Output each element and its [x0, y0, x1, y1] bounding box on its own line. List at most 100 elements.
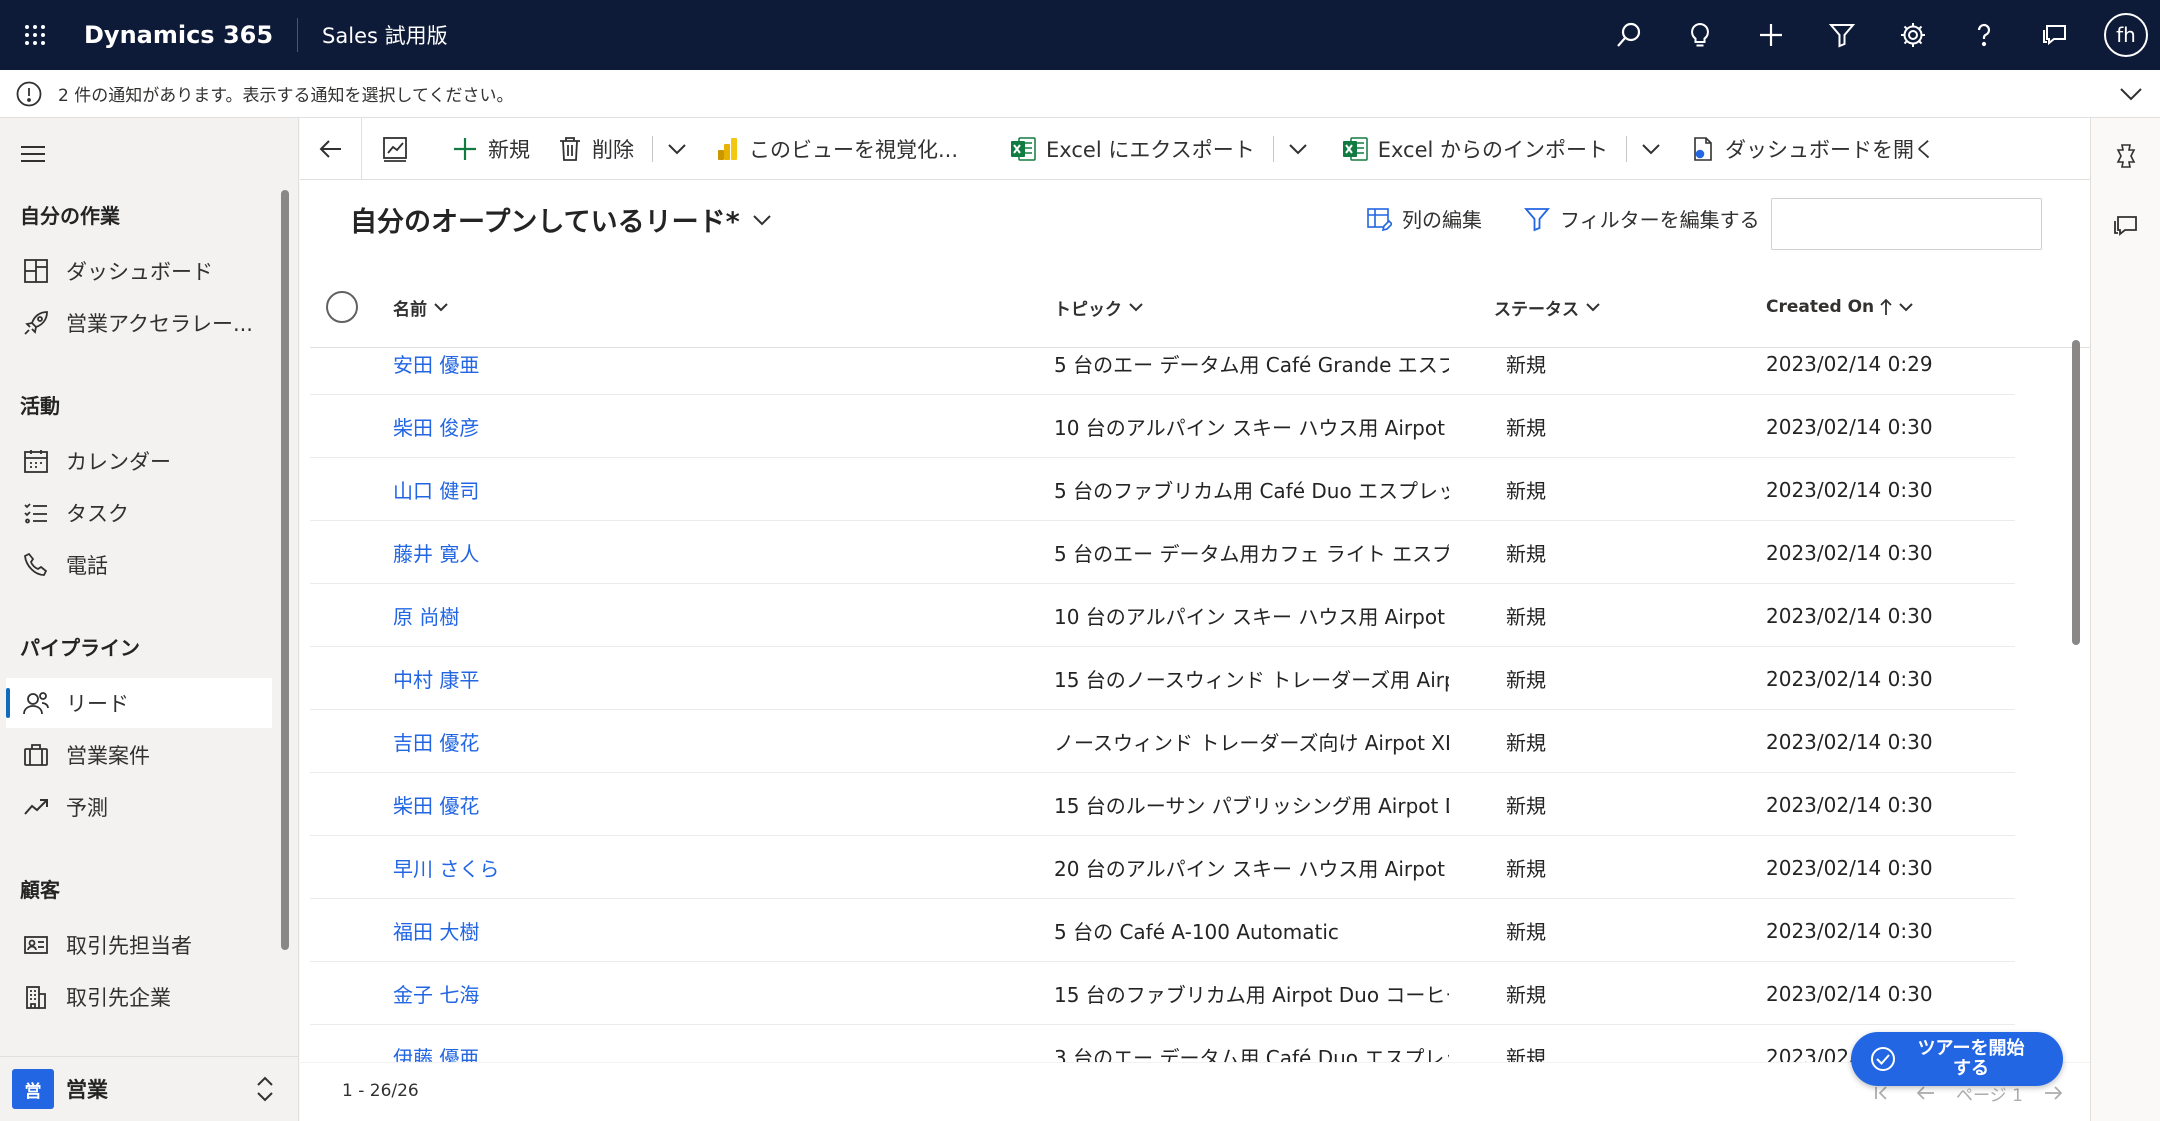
lead-name-link[interactable]: 伊藤 優亜 [393, 1025, 793, 1062]
more-commands-chevron-icon[interactable] [657, 118, 697, 180]
lead-name-link[interactable]: 中村 康平 [393, 647, 793, 710]
chevron-down-icon [433, 302, 449, 312]
sidebar-item-leads[interactable]: リード [6, 678, 272, 728]
edit-filters-button[interactable]: フィルターを編集する [1524, 204, 1760, 233]
edit-columns-button[interactable]: 列の編集 [1366, 204, 1482, 233]
import-excel-button[interactable]: Excel からのインポート [1318, 118, 1622, 180]
area-switcher[interactable]: 営 営業 [0, 1056, 299, 1121]
powerbi-icon [717, 136, 739, 162]
app-name[interactable]: Sales 試用版 [298, 20, 448, 50]
sidebar-item-sales-accelerator[interactable]: 営業アクセラレー... [6, 298, 272, 348]
back-button[interactable] [300, 117, 362, 180]
open-dashboard-button[interactable]: ダッシュボードを開く [1671, 118, 1949, 180]
lead-name-link[interactable]: 原 尚樹 [393, 584, 793, 647]
chevron-up-down-icon[interactable] [249, 1073, 281, 1105]
import-excel-label: Excel からのインポート [1377, 137, 1609, 162]
table-row[interactable]: 中村 康平 15 台のノースウィンド トレーダーズ用 Airpot XL ... 新… [310, 647, 2015, 710]
view-selector[interactable]: 自分のオープンしているリード* [350, 200, 772, 239]
dashboard-icon [20, 255, 52, 287]
notification-bar: 2 件の通知があります。表示する通知を選択してください。 [0, 70, 2160, 118]
lead-name-link[interactable]: 山口 健司 [393, 458, 793, 521]
topic-cell: 10 台のアルパイン スキー ハウス用 Airpot Lite ... [1054, 605, 1449, 629]
table-row[interactable]: 藤井 寛人 5 台のエー データム用カフェ ライト エスプレッソ ... 新規 202… [310, 521, 2015, 584]
status-cell: 新規 [1506, 416, 1546, 440]
table-row[interactable]: 早川 さくら 20 台のアルパイン スキー ハウス用 Airpot XL ... 新… [310, 836, 2015, 899]
add-icon [452, 136, 478, 162]
import-options-chevron-icon[interactable] [1631, 118, 1671, 180]
search-icon[interactable] [1593, 0, 1664, 70]
section-my-work: 自分の作業 [20, 204, 120, 228]
visualize-view-button[interactable]: このビューを視覚化... [697, 118, 972, 180]
search-input[interactable] [1771, 198, 2042, 250]
section-customers: 顧客 [20, 878, 60, 902]
created-on-cell: 2023/02/14 0:30 [1766, 918, 1933, 943]
column-label: トピック [1054, 299, 1122, 320]
excel-icon [1342, 136, 1368, 162]
chat-icon[interactable] [2110, 210, 2142, 242]
chevron-down-icon [1585, 302, 1601, 312]
chat-icon[interactable] [2019, 0, 2090, 70]
sidebar-item-contacts[interactable]: 取引先担当者 [6, 920, 272, 970]
check-circle-icon [1869, 1045, 1897, 1073]
add-icon[interactable] [1735, 0, 1806, 70]
lead-name-link[interactable]: 安田 優亜 [393, 332, 793, 395]
filter-icon[interactable] [1806, 0, 1877, 70]
created-on-cell: 2023/02/14 0:30 [1766, 666, 1933, 691]
lead-name-link[interactable]: 柴田 優花 [393, 773, 793, 836]
table-row[interactable]: 吉田 優花 ノースウィンド トレーダーズ向け Airpot XL コーヒ... 新規… [310, 710, 2015, 773]
leads-icon [20, 687, 52, 719]
sidebar-item-phone[interactable]: 電話 [6, 540, 272, 590]
sidebar-item-accounts[interactable]: 取引先企業 [6, 972, 272, 1022]
export-excel-label: Excel にエクスポート [1046, 137, 1255, 162]
table-row[interactable]: 柴田 俊彦 10 台のアルパイン スキー ハウス用 Airpot Duo... 新規… [310, 395, 2015, 458]
export-options-chevron-icon[interactable] [1278, 118, 1318, 180]
rocket-icon [20, 307, 52, 339]
sidebar-item-dashboard[interactable]: ダッシュボード [6, 246, 272, 296]
table-row[interactable]: 福田 大樹 5 台の Café A-100 Automatic 新規 2023/02/… [310, 899, 2015, 962]
topic-cell: 5 台のファブリカム用 Café Duo エスプレッソ マ... [1054, 479, 1449, 503]
help-icon[interactable] [1948, 0, 2019, 70]
table-row[interactable]: 金子 七海 15 台のファブリカム用 Airpot Duo コーヒー メー... 新… [310, 962, 2015, 1025]
lead-name-link[interactable]: 藤井 寛人 [393, 521, 793, 584]
grid-scrollbar[interactable] [2072, 340, 2080, 645]
new-button[interactable]: 新規 [438, 118, 544, 180]
status-cell: 新規 [1506, 920, 1546, 944]
delete-button[interactable]: 削除 [544, 118, 648, 180]
lead-name-link[interactable]: 金子 七海 [393, 962, 793, 1025]
separator [652, 135, 653, 162]
sidebar-item-tasks[interactable]: タスク [6, 488, 272, 538]
column-label: ステータス [1494, 299, 1579, 320]
brand-title[interactable]: Dynamics 365 [70, 18, 299, 52]
copilot-icon[interactable] [2110, 140, 2142, 172]
table-row[interactable]: 原 尚樹 10 台のアルパイン スキー ハウス用 Airpot Lite ... 新… [310, 584, 2015, 647]
task-list-icon [20, 497, 52, 529]
table-row[interactable]: 伊藤 優亜 3 台のエー データム用 Café Duo エスプレッソ 新規 2023/… [310, 1025, 2015, 1063]
grid-rows: 安田 優亜 5 台のエー データム用 Café Grande エスプレッ... 新規… [310, 332, 2015, 1062]
lead-name-link[interactable]: 早川 さくら [393, 836, 793, 899]
lead-name-link[interactable]: 吉田 優花 [393, 710, 793, 773]
app-launcher-icon[interactable] [0, 0, 70, 70]
sidebar-item-opportunities[interactable]: 営業案件 [6, 730, 272, 780]
start-tour-button[interactable]: ツアーを開始する [1851, 1032, 2063, 1086]
lead-name-link[interactable]: 柴田 俊彦 [393, 395, 793, 458]
chevron-down-icon[interactable] [2114, 78, 2148, 110]
table-row[interactable]: 柴田 優花 15 台のルーサン パブリッシング用 Airpot Duo ... 新規… [310, 773, 2015, 836]
settings-icon[interactable] [1877, 0, 1948, 70]
hamburger-menu-icon[interactable] [16, 138, 50, 170]
user-avatar[interactable]: fh [2104, 13, 2148, 57]
export-excel-button[interactable]: Excel にエクスポート [972, 118, 1269, 180]
table-row[interactable]: 安田 優亜 5 台のエー データム用 Café Grande エスプレッ... 新規… [310, 332, 2015, 395]
sidebar-item-calendar[interactable]: カレンダー [6, 436, 272, 486]
sidebar-item-label: カレンダー [66, 450, 171, 474]
sidebar-item-forecasts[interactable]: 予測 [6, 782, 272, 832]
sidebar-scrollbar[interactable] [281, 190, 289, 950]
dashboard-doc-icon [1691, 136, 1715, 162]
lead-name-link[interactable]: 福田 大樹 [393, 899, 793, 962]
show-chart-button[interactable] [362, 118, 438, 180]
status-cell: 新規 [1506, 605, 1546, 629]
notification-text[interactable]: 2 件の通知があります。表示する通知を選択してください。 [58, 81, 514, 106]
table-row[interactable]: 山口 健司 5 台のファブリカム用 Café Duo エスプレッソ マ... 新規 2… [310, 458, 2015, 521]
select-all-checkbox[interactable] [326, 291, 358, 323]
lightbulb-icon[interactable] [1664, 0, 1735, 70]
created-on-cell: 2023/02/14 0:30 [1766, 855, 1933, 880]
